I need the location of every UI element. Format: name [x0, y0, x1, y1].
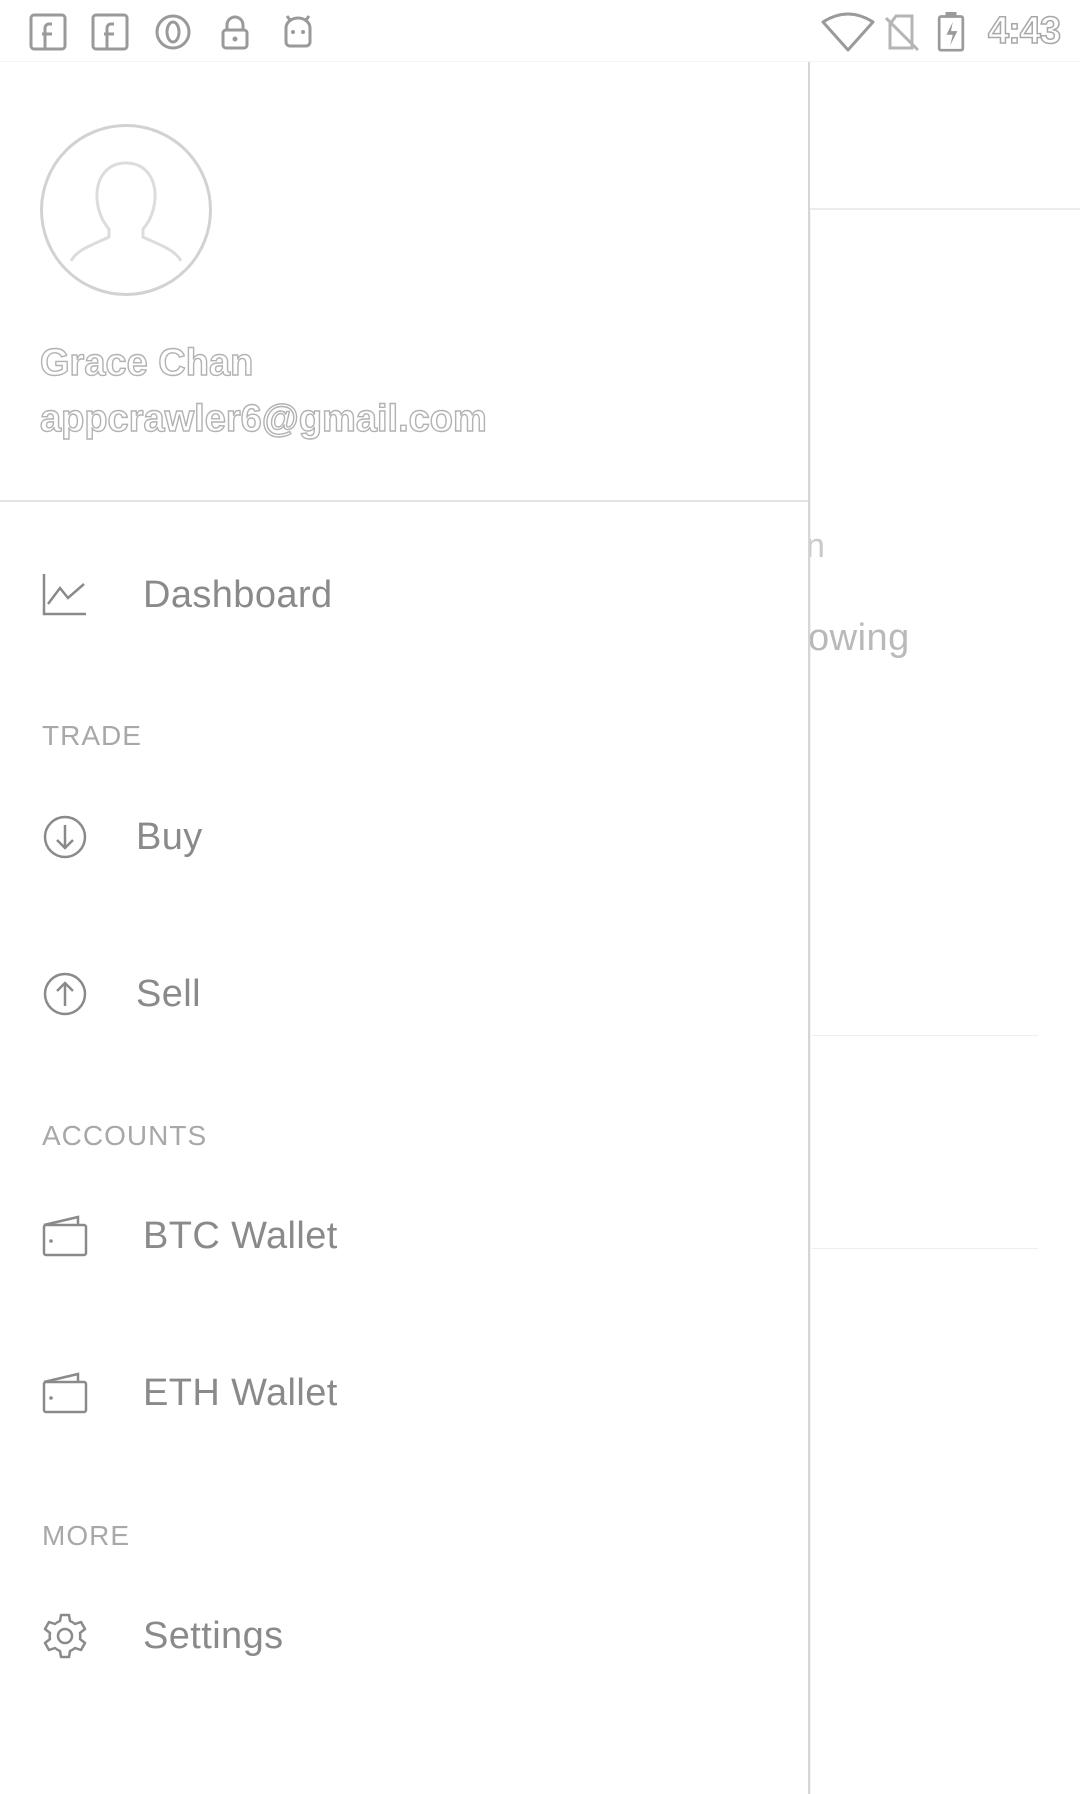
- lock-icon: [215, 12, 255, 52]
- menu-item-label: Dashboard: [143, 573, 333, 616]
- gear-icon: [40, 1611, 90, 1661]
- user-placeholder-icon: [69, 161, 183, 262]
- menu-item-label: Settings: [143, 1614, 284, 1657]
- background-content: [810, 212, 1038, 1794]
- circle-notification-icon: [153, 12, 193, 52]
- background-divider: [812, 1248, 1038, 1249]
- background-divider: [812, 1035, 1038, 1036]
- wallet-icon: [40, 1211, 90, 1261]
- menu-item-settings[interactable]: Settings: [0, 1576, 808, 1696]
- no-sim-icon: [882, 12, 922, 52]
- section-header-more: MORE: [42, 1520, 130, 1551]
- arrow-down-circle-icon: [40, 812, 90, 862]
- wallet-icon: [40, 1368, 90, 1418]
- navigation-drawer: Grace Chan appcrawler6@gmail.com Dashboa…: [0, 62, 810, 1794]
- wifi-icon: [820, 12, 876, 52]
- facebook-icon: [28, 12, 68, 52]
- background-toolbar: [810, 62, 1080, 210]
- drawer-header[interactable]: Grace Chan appcrawler6@gmail.com: [0, 62, 808, 502]
- menu-item-sell[interactable]: Sell: [0, 934, 808, 1054]
- menu-item-buy[interactable]: Buy: [0, 777, 808, 897]
- user-name: Grace Chan: [39, 341, 254, 384]
- avatar[interactable]: [40, 124, 212, 296]
- menu-item-label: Buy: [136, 815, 203, 858]
- menu-item-eth-wallet[interactable]: ETH Wallet: [0, 1333, 808, 1453]
- user-email: appcrawler6@gmail.com: [39, 397, 487, 440]
- arrow-up-circle-icon: [40, 969, 90, 1019]
- status-bar: 4:43: [0, 0, 1080, 62]
- menu-item-label: Sell: [136, 972, 201, 1015]
- menu-item-label: BTC Wallet: [143, 1214, 338, 1257]
- chart-line-icon: [40, 570, 90, 620]
- menu-item-btc-wallet[interactable]: BTC Wallet: [0, 1176, 808, 1296]
- facebook-icon: [90, 12, 130, 52]
- menu-item-label: ETH Wallet: [143, 1371, 338, 1414]
- clock-time: 4:43: [987, 9, 1062, 53]
- battery-charging-icon: [935, 12, 967, 52]
- menu-item-dashboard[interactable]: Dashboard: [0, 535, 808, 655]
- android-icon: [278, 12, 318, 52]
- background-text-fragment: owing: [808, 617, 910, 659]
- section-header-trade: TRADE: [42, 720, 142, 751]
- section-header-accounts: ACCOUNTS: [42, 1120, 208, 1151]
